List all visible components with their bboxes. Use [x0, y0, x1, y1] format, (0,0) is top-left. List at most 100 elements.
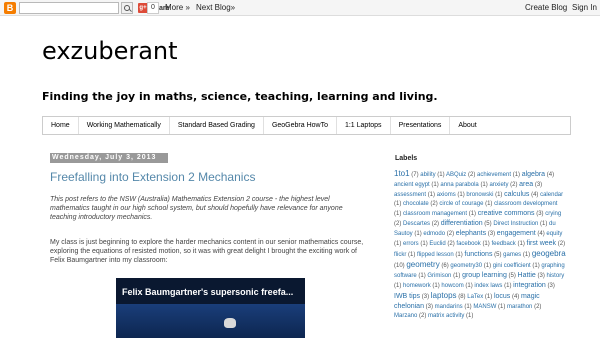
label-count: (1): [431, 182, 439, 188]
tab-about[interactable]: About: [450, 117, 484, 134]
tab-working-mathematically[interactable]: Working Mathematically: [79, 117, 170, 134]
label-link[interactable]: ability: [420, 172, 435, 178]
label-link[interactable]: laptops: [431, 291, 457, 300]
label-link[interactable]: gini coefficient: [493, 263, 531, 269]
label-link[interactable]: differentiation: [441, 220, 483, 227]
label-count: (1): [495, 192, 503, 198]
label-link[interactable]: geogebra: [532, 249, 566, 258]
label-count: (2): [510, 182, 518, 188]
tab-geogebra-howto[interactable]: GeoGebra HowTo: [264, 117, 337, 134]
label-link[interactable]: classroom management: [403, 211, 467, 217]
label-link[interactable]: axioms: [437, 192, 456, 198]
label-link[interactable]: calendar: [540, 192, 563, 198]
label-link[interactable]: crying: [545, 211, 561, 217]
label-count: (2): [534, 304, 542, 310]
label-count: (1): [485, 201, 493, 207]
label-link[interactable]: functions: [464, 251, 492, 258]
label-count: (1): [394, 211, 402, 217]
label-link[interactable]: homework: [403, 283, 431, 289]
label-count: (1): [394, 241, 402, 247]
label-link[interactable]: Grimison: [427, 273, 451, 279]
label-count: (1): [453, 273, 461, 279]
search-icon[interactable]: [121, 2, 133, 14]
label-link[interactable]: ancient egypt: [394, 182, 430, 188]
label-link[interactable]: Direct Instruction: [493, 221, 538, 227]
label-link[interactable]: howcom: [441, 283, 463, 289]
label-link[interactable]: first week: [527, 240, 557, 247]
label-link[interactable]: classroom development: [494, 201, 557, 207]
label-link[interactable]: history: [547, 273, 565, 279]
label-link[interactable]: mandarins: [435, 304, 463, 310]
label-link[interactable]: geometry30: [450, 263, 482, 269]
blog-description: Finding the joy in maths, science, teach…: [42, 90, 438, 103]
label-count: (1): [512, 172, 521, 178]
more-menu-button[interactable]: More »: [165, 3, 190, 12]
tab-standard-based-grading[interactable]: Standard Based Grading: [170, 117, 264, 134]
label-link[interactable]: engagement: [497, 230, 536, 237]
label-count: (2): [467, 172, 476, 178]
label-link[interactable]: ABQuiz: [446, 172, 466, 178]
label-link[interactable]: group learning: [462, 272, 507, 279]
label-link[interactable]: algebra: [522, 171, 545, 178]
label-link[interactable]: calculus: [504, 191, 529, 198]
label-count: (1): [427, 192, 436, 198]
label-link[interactable]: IWB tips: [394, 293, 420, 300]
label-link[interactable]: index laws: [474, 283, 502, 289]
label-link[interactable]: feedback: [491, 241, 515, 247]
tab-presentations[interactable]: Presentations: [391, 117, 451, 134]
label-link[interactable]: assessment: [394, 192, 426, 198]
post-title[interactable]: Freefalling into Extension 2 Mechanics: [50, 170, 255, 184]
label-link[interactable]: MANSW: [473, 304, 496, 310]
blog-title[interactable]: exzuberant: [42, 37, 178, 65]
label-count: (4): [531, 192, 539, 198]
label-link[interactable]: matrix activity: [428, 313, 464, 319]
label-link[interactable]: chocolate: [403, 201, 429, 207]
next-blog-link[interactable]: Next Blog»: [196, 3, 235, 12]
label-link[interactable]: Euclid: [429, 241, 445, 247]
label-link[interactable]: games: [503, 252, 521, 258]
post-intro: This post refers to the NSW (Australia) …: [50, 196, 343, 221]
create-blog-link[interactable]: Create Blog: [525, 3, 567, 12]
label-count: (4): [537, 231, 545, 237]
search-input[interactable]: [19, 2, 119, 14]
label-link[interactable]: circle of courage: [439, 201, 483, 207]
label-link[interactable]: errors: [403, 241, 419, 247]
blogger-logo-icon[interactable]: B: [4, 2, 16, 14]
video-title[interactable]: Felix Baumgartner's supersonic freefa...: [122, 287, 293, 297]
label-link[interactable]: bronowski: [466, 192, 493, 198]
label-link[interactable]: Marzano: [394, 313, 417, 319]
label-link[interactable]: elephants: [456, 230, 486, 237]
label-count: (5): [508, 273, 516, 279]
label-link[interactable]: Descartes: [403, 221, 430, 227]
label-link[interactable]: integration: [513, 282, 546, 289]
label-link[interactable]: marathon: [507, 304, 532, 310]
label-link[interactable]: creative commons: [478, 210, 535, 217]
video-embed[interactable]: Felix Baumgartner's supersonic freefa...: [116, 278, 305, 338]
label-link[interactable]: equity: [546, 231, 562, 237]
tab-laptops[interactable]: 1:1 Laptops: [337, 117, 391, 134]
label-link[interactable]: anna parabola: [440, 182, 478, 188]
label-link[interactable]: LaTex: [467, 294, 483, 300]
label-link[interactable]: locus: [494, 293, 510, 300]
label-count: (1): [540, 221, 548, 227]
label-link[interactable]: 1to1: [394, 169, 410, 178]
sign-in-link[interactable]: Sign In: [572, 3, 597, 12]
label-link[interactable]: flipped lesson: [417, 252, 454, 258]
label-count: (1): [480, 182, 488, 188]
tab-home[interactable]: Home: [43, 117, 79, 134]
label-link[interactable]: flickr: [394, 252, 406, 258]
label-count: (2): [446, 231, 455, 237]
label-link[interactable]: edmodo: [423, 231, 445, 237]
label-count: (2): [430, 201, 438, 207]
label-link[interactable]: geometry: [406, 260, 439, 269]
label-count: (3): [487, 231, 496, 237]
label-count: (2): [557, 241, 566, 247]
label-link[interactable]: area: [519, 181, 533, 188]
label-link[interactable]: anxiety: [489, 182, 508, 188]
label-link[interactable]: Hattie: [518, 272, 536, 279]
label-count: (1): [483, 263, 492, 269]
label-count: (4): [546, 172, 555, 178]
label-link[interactable]: achievement: [477, 172, 511, 178]
label-link[interactable]: facebook: [456, 241, 480, 247]
label-count: (1): [482, 241, 490, 247]
